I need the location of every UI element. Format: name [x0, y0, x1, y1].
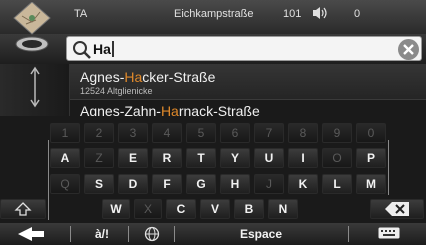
result-item[interactable]: Agnes-Zahn-Harnack-Straße [70, 102, 426, 116]
key-g[interactable]: G [186, 174, 216, 194]
results-list: Agnes-Hacker-Straße 12524 Altglienicke A… [0, 64, 426, 116]
volume-value: 0 [354, 8, 361, 20]
back-button[interactable] [0, 223, 62, 245]
symbols-key[interactable]: à/! [78, 223, 126, 245]
key-b[interactable]: B [234, 199, 264, 219]
shift-key[interactable] [0, 199, 46, 219]
key-o[interactable]: O [322, 148, 352, 168]
key-k[interactable]: K [288, 174, 318, 194]
status-label: TA [74, 8, 88, 20]
status-bar: TA Eichkampstraße 101 0 [0, 0, 426, 34]
key-w[interactable]: W [102, 199, 130, 219]
key-t[interactable]: T [186, 148, 216, 168]
keyboard-divider [388, 140, 389, 195]
globe-key[interactable] [132, 223, 172, 245]
bottom-divider [128, 226, 129, 242]
bottom-divider [174, 226, 175, 242]
search-value: Ha [93, 41, 111, 57]
key-e[interactable]: E [118, 148, 148, 168]
key-h[interactable]: H [220, 174, 250, 194]
key-7[interactable]: 7 [254, 123, 284, 143]
search-input[interactable]: Ha [66, 36, 422, 61]
space-key[interactable]: Espace [176, 223, 346, 245]
key-v[interactable]: V [200, 199, 230, 219]
key-u[interactable]: U [254, 148, 284, 168]
shift-icon [14, 202, 32, 216]
result-title: Agnes-Zahn-Harnack-Straße [80, 103, 260, 116]
key-3[interactable]: 3 [118, 123, 148, 143]
bottom-divider [70, 226, 71, 242]
globe-icon [144, 226, 160, 242]
key-9[interactable]: 9 [322, 123, 352, 143]
keyboard-divider [48, 140, 49, 220]
key-0[interactable]: 0 [356, 123, 386, 143]
key-i[interactable]: I [288, 148, 318, 168]
speed-value: 101 [283, 8, 302, 20]
speaker-icon[interactable] [312, 6, 328, 23]
key-d[interactable]: D [118, 174, 148, 194]
key-c[interactable]: C [166, 199, 196, 219]
key-s[interactable]: S [84, 174, 114, 194]
key-2[interactable]: 2 [84, 123, 114, 143]
bottom-divider [348, 226, 349, 242]
key-4[interactable]: 4 [152, 123, 182, 143]
key-j[interactable]: J [254, 174, 284, 194]
map-logo-icon[interactable] [10, 1, 54, 62]
current-street: Eichkampstraße [174, 8, 254, 20]
search-icon [72, 40, 92, 60]
search-bar: Ha [0, 34, 426, 64]
backspace-icon [385, 202, 409, 216]
keyboard-icon [378, 227, 400, 239]
scroll-arrows-icon [30, 66, 40, 108]
text-caret [112, 41, 114, 57]
result-item[interactable]: Agnes-Hacker-Straße 12524 Altglienicke [70, 64, 426, 100]
key-y[interactable]: Y [220, 148, 250, 168]
scroll-handle[interactable] [0, 64, 70, 116]
clear-search-button[interactable] [398, 39, 419, 60]
key-5[interactable]: 5 [186, 123, 216, 143]
key-f[interactable]: F [152, 174, 182, 194]
backspace-key[interactable] [370, 199, 424, 219]
result-subtitle: 12524 Altglienicke [80, 86, 153, 96]
key-l[interactable]: L [322, 174, 352, 194]
key-x[interactable]: X [134, 199, 162, 219]
key-r[interactable]: R [152, 148, 182, 168]
key-n[interactable]: N [268, 199, 298, 219]
key-a[interactable]: A [50, 148, 80, 168]
key-p[interactable]: P [356, 148, 386, 168]
key-8[interactable]: 8 [288, 123, 318, 143]
key-1[interactable]: 1 [50, 123, 80, 143]
key-z[interactable]: Z [84, 148, 114, 168]
result-title: Agnes-Hacker-Straße [80, 69, 216, 85]
back-arrow-icon [18, 227, 44, 241]
key-m[interactable]: M [356, 174, 386, 194]
keyboard-toggle-key[interactable] [364, 223, 414, 245]
key-6[interactable]: 6 [220, 123, 250, 143]
key-q[interactable]: Q [50, 174, 80, 194]
